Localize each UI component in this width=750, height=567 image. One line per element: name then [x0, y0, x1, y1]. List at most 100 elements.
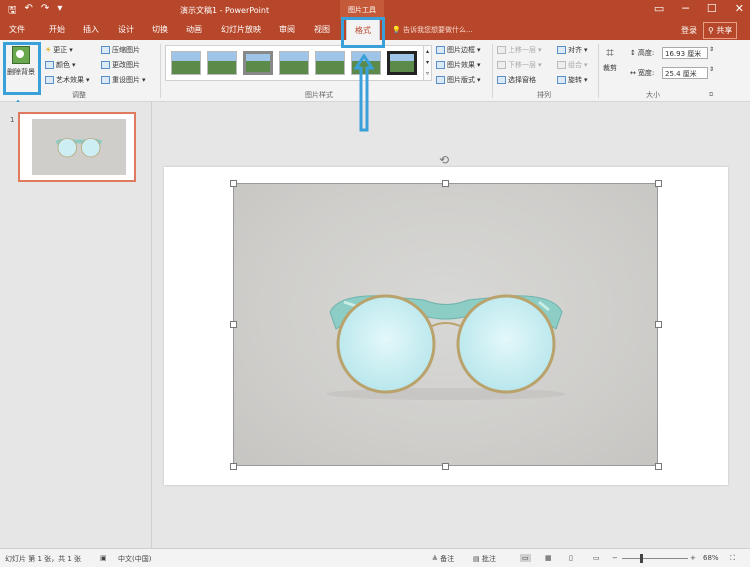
reset-picture-button[interactable]: 重设图片 ▾ [101, 75, 146, 85]
resize-handle[interactable] [655, 463, 662, 470]
notes-button[interactable]: ≜ 备注 [432, 554, 454, 564]
resize-handle[interactable] [230, 463, 237, 470]
maximize-icon[interactable]: ☐ [707, 2, 717, 15]
slide-thumbnail[interactable] [18, 112, 136, 182]
sign-in-link[interactable]: 登录 [681, 25, 697, 36]
corrections-label: 更正 [53, 46, 68, 54]
height-spinner[interactable]: ⇕ [709, 46, 714, 53]
resize-handle[interactable] [655, 321, 662, 328]
bring-forward-label: 上移一层 [508, 46, 536, 54]
bring-forward-button[interactable]: 上移一层 ▾ [497, 45, 542, 55]
slideshow-icon[interactable]: ▭ [593, 554, 600, 562]
window-controls: ▭ ─ ☐ ✕ [654, 2, 744, 15]
width-input[interactable]: 25.4 厘米 [662, 67, 708, 79]
change-picture-icon [101, 61, 110, 69]
tab-home[interactable]: 开始 [49, 24, 65, 35]
gallery-scroll[interactable]: ▴ ▾ ▿ [423, 45, 432, 81]
status-bar: 幻灯片 第 1 张，共 1 张 ▣ 中文(中国) ≜ 备注 ▤ 批注 ▭ ▦ ▯… [0, 548, 750, 567]
corrections-button[interactable]: ☀ 更正 ▾ [45, 45, 73, 55]
picture-style-thumb[interactable] [171, 51, 201, 75]
resize-handle[interactable] [442, 463, 449, 470]
zoom-out-icon[interactable]: − [612, 554, 618, 562]
width-label: ↔ 宽度: [630, 68, 654, 78]
group-label-adjust: 调整 [72, 91, 86, 99]
size-dialog-launcher-icon[interactable]: ⧉ [709, 91, 713, 99]
color-icon [45, 61, 54, 69]
rotate-button[interactable]: 旋转 ▾ [557, 75, 588, 85]
slide-thumbnail-image [32, 119, 126, 175]
group-label-arrange: 排列 [537, 91, 551, 99]
reading-view-icon[interactable]: ▯ [569, 554, 573, 562]
rotate-handle-icon[interactable]: ⟲ [439, 154, 452, 167]
width-label-text: 宽度: [637, 69, 655, 77]
sunglasses-picture[interactable] [233, 183, 658, 466]
group-icon [557, 61, 566, 69]
color-label: 颜色 [56, 61, 70, 69]
spellcheck-icon[interactable]: ▣ [100, 554, 107, 562]
tab-animations[interactable]: 动画 [186, 24, 202, 35]
change-picture-button[interactable]: 更改图片 [101, 60, 140, 70]
ribbon-separator [598, 44, 599, 98]
zoom-level[interactable]: 68% [703, 554, 719, 562]
picture-style-thumb[interactable] [243, 51, 273, 75]
picture-border-icon [436, 46, 445, 54]
resize-handle[interactable] [230, 321, 237, 328]
resize-handle[interactable] [442, 180, 449, 187]
picture-layout-label: 图片版式 [447, 76, 475, 84]
comments-button[interactable]: ▤ 批注 [473, 554, 496, 564]
zoom-in-icon[interactable]: + [690, 554, 696, 562]
tab-view[interactable]: 视图 [314, 24, 330, 35]
customize-qat-icon[interactable]: ▾ [57, 3, 62, 20]
send-backward-icon [497, 61, 506, 69]
save-icon[interactable]: 🖫 [8, 3, 17, 20]
share-button[interactable]: ⚲ 共享 [703, 22, 738, 39]
normal-view-icon[interactable]: ▭ [520, 554, 531, 562]
undo-icon[interactable]: ↶ [25, 3, 33, 20]
color-button[interactable]: 颜色 ▾ [45, 60, 76, 70]
picture-style-thumb[interactable] [315, 51, 345, 75]
fit-slide-icon[interactable]: ⛶ [730, 554, 735, 563]
picture-effects-button[interactable]: 图片效果 ▾ [436, 60, 481, 70]
ribbon-display-options-icon[interactable]: ▭ [654, 2, 664, 15]
compress-icon [101, 46, 110, 54]
selection-pane-button[interactable]: 选择窗格 [497, 75, 536, 85]
send-backward-button[interactable]: 下移一层 ▾ [497, 60, 542, 70]
tab-transitions[interactable]: 切换 [152, 24, 168, 35]
artistic-effects-icon [45, 76, 54, 84]
resize-handle[interactable] [230, 180, 237, 187]
picture-style-thumb[interactable] [279, 51, 309, 75]
group-label: 组合 [568, 61, 582, 69]
slide-count-status: 幻灯片 第 1 张，共 1 张 [5, 555, 82, 563]
tab-insert[interactable]: 插入 [83, 24, 99, 35]
tab-slideshow[interactable]: 幻灯片放映 [221, 24, 261, 35]
send-backward-label: 下移一层 [508, 61, 536, 69]
resize-handle[interactable] [655, 180, 662, 187]
width-spinner[interactable]: ⇕ [709, 66, 714, 73]
picture-layout-button[interactable]: 图片版式 ▾ [436, 75, 481, 85]
picture-border-button[interactable]: 图片边框 ▾ [436, 45, 481, 55]
minimize-icon[interactable]: ─ [682, 2, 689, 15]
picture-effects-icon [436, 61, 445, 69]
tab-review[interactable]: 审阅 [279, 24, 295, 35]
picture-style-thumb[interactable] [207, 51, 237, 75]
picture-styles-gallery [165, 45, 425, 81]
compress-pictures-button[interactable]: 压缩图片 [101, 45, 140, 55]
align-icon [557, 46, 566, 54]
zoom-slider-knob[interactable] [640, 554, 643, 563]
tab-design[interactable]: 设计 [118, 24, 134, 35]
tab-file[interactable]: 文件 [9, 24, 25, 35]
align-button[interactable]: 对齐 ▾ [557, 45, 588, 55]
crop-button[interactable]: ⌗ 裁剪 [603, 45, 617, 73]
language-status[interactable]: 中文(中国) [118, 554, 151, 564]
lightbulb-icon: 💡 [392, 26, 401, 34]
height-input[interactable]: 16.93 厘米 [662, 47, 708, 59]
zoom-slider[interactable] [622, 558, 688, 559]
slide-sorter-icon[interactable]: ▦ [545, 554, 552, 562]
bring-forward-icon [497, 46, 506, 54]
tell-me-search[interactable]: 💡 告诉我您想要做什么... [392, 25, 473, 35]
redo-icon[interactable]: ↷ [41, 3, 49, 20]
picture-style-thumb[interactable] [387, 51, 417, 75]
group-button[interactable]: 组合 ▾ [557, 60, 588, 70]
close-icon[interactable]: ✕ [735, 2, 744, 15]
artistic-effects-button[interactable]: 艺术效果 ▾ [45, 75, 90, 85]
